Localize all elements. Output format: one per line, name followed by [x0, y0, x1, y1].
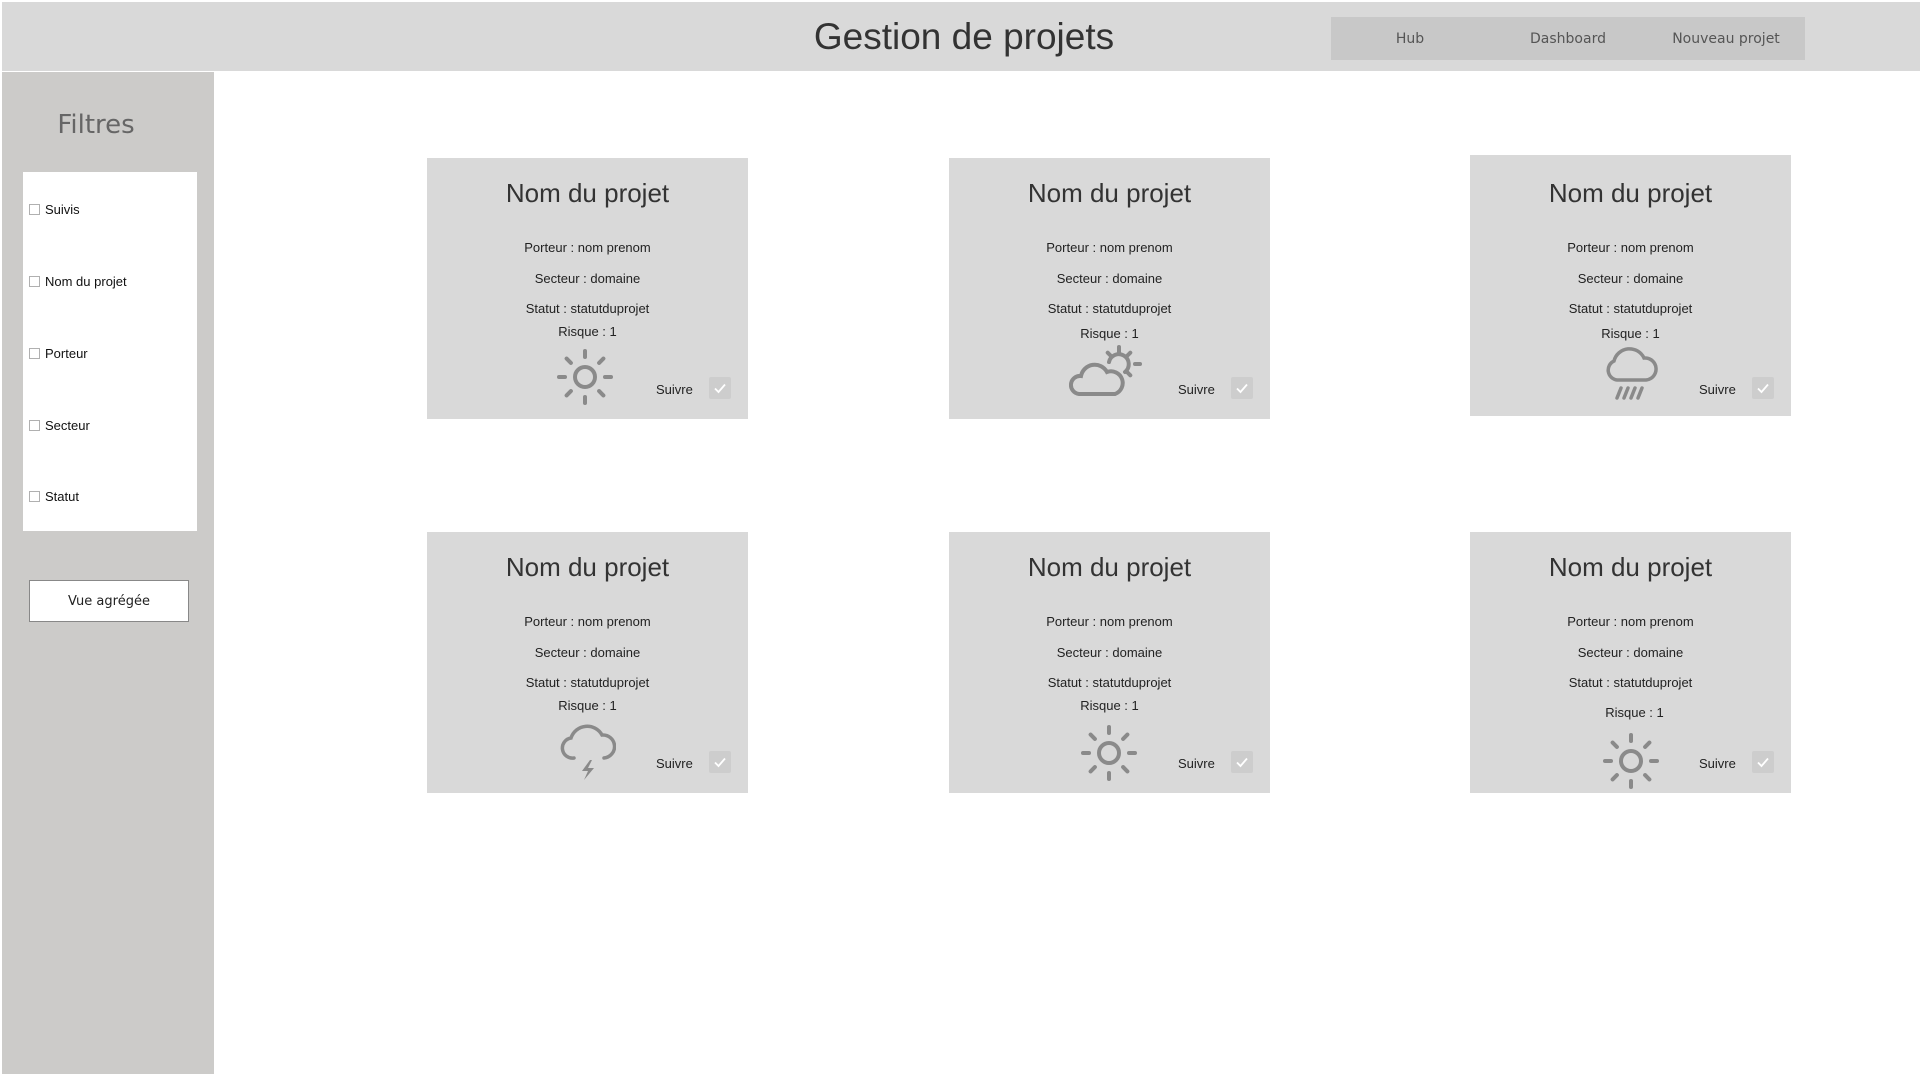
follow-checkbox[interactable] — [709, 751, 731, 773]
sidebar: Filtres Suivis Nom du projet Porteur Sec… — [2, 72, 214, 1074]
checkmark-icon — [1757, 383, 1769, 394]
follow-checkbox[interactable] — [1752, 377, 1774, 399]
checkmark-icon — [714, 757, 726, 768]
project-risque: Risque : 1 — [558, 698, 617, 713]
project-risque: Risque : 1 — [1605, 705, 1664, 720]
project-statut: Statut : statutduprojet — [525, 301, 650, 316]
project-card[interactable]: Nom du projet Porteur : nom prenom Secte… — [427, 158, 748, 419]
filter-checkbox[interactable] — [29, 276, 40, 287]
project-porteur: Porteur : nom prenom — [524, 614, 651, 629]
aggregate-view-button[interactable]: Vue agrégée — [29, 580, 189, 622]
project-name: Nom du projet — [1548, 552, 1713, 582]
project-card[interactable]: Nom du projet Porteur : nom prenom Secte… — [427, 532, 748, 793]
project-statut: Statut : statutduprojet — [1568, 675, 1693, 690]
filter-checkbox[interactable] — [29, 204, 40, 215]
nav-hub[interactable]: Hub — [1331, 31, 1489, 47]
follow-label: Suivre — [656, 382, 693, 397]
follow-label: Suivre — [1699, 382, 1736, 397]
filter-secteur[interactable]: Secteur — [29, 418, 90, 433]
project-secteur: Secteur : domaine — [1056, 645, 1163, 660]
top-nav: Hub Dashboard Nouveau projet — [1331, 17, 1805, 60]
project-statut: Statut : statutduprojet — [525, 675, 650, 690]
filter-label: Secteur — [45, 418, 90, 433]
follow-label: Suivre — [1178, 756, 1215, 771]
filter-suivis[interactable]: Suivis — [29, 202, 80, 217]
partly-cloudy-icon — [1069, 345, 1142, 396]
project-name: Nom du projet — [1027, 178, 1192, 208]
project-porteur: Porteur : nom prenom — [1046, 614, 1173, 629]
follow-label: Suivre — [656, 756, 693, 771]
project-risque: Risque : 1 — [1601, 326, 1660, 341]
sun-icon — [1603, 733, 1659, 789]
filter-checkbox[interactable] — [29, 348, 40, 359]
filter-label: Suivis — [45, 202, 80, 217]
project-statut: Statut : statutduprojet — [1568, 301, 1693, 316]
project-porteur: Porteur : nom prenom — [1046, 240, 1173, 255]
project-secteur: Secteur : domaine — [1577, 645, 1684, 660]
follow-label: Suivre — [1699, 756, 1736, 771]
project-risque: Risque : 1 — [1080, 698, 1139, 713]
project-statut: Statut : statutduprojet — [1047, 675, 1172, 690]
checkmark-icon — [1236, 757, 1248, 768]
project-porteur: Porteur : nom prenom — [1567, 614, 1694, 629]
filter-nom-du-projet[interactable]: Nom du projet — [29, 274, 127, 289]
project-secteur: Secteur : domaine — [534, 645, 641, 660]
thunderstorm-icon — [560, 724, 616, 780]
follow-checkbox[interactable] — [1231, 377, 1253, 399]
project-card[interactable]: Nom du projet Porteur : nom prenom Secte… — [1470, 155, 1791, 416]
follow-label: Suivre — [1178, 382, 1215, 397]
filter-checkbox[interactable] — [29, 420, 40, 431]
filter-statut[interactable]: Statut — [29, 489, 79, 504]
filter-label: Porteur — [45, 346, 88, 361]
top-header: Gestion de projets Hub Dashboard Nouveau… — [2, 2, 1920, 71]
follow-checkbox[interactable] — [1752, 751, 1774, 773]
project-porteur: Porteur : nom prenom — [1567, 240, 1694, 255]
project-name: Nom du projet — [1548, 178, 1713, 208]
nav-dashboard[interactable]: Dashboard — [1489, 31, 1647, 47]
project-name: Nom du projet — [505, 178, 670, 208]
checkmark-icon — [714, 383, 726, 394]
project-name: Nom du projet — [1027, 552, 1192, 582]
nav-new-project[interactable]: Nouveau projet — [1647, 31, 1805, 47]
project-card[interactable]: Nom du projet Porteur : nom prenom Secte… — [949, 532, 1270, 793]
filter-checkbox[interactable] — [29, 491, 40, 502]
rain-icon — [1606, 347, 1658, 400]
filter-label: Statut — [45, 489, 79, 504]
sun-icon — [1081, 725, 1137, 781]
filter-panel: Suivis Nom du projet Porteur Secteur Sta… — [23, 172, 197, 531]
project-risque: Risque : 1 — [1080, 326, 1139, 341]
project-porteur: Porteur : nom prenom — [524, 240, 651, 255]
checkmark-icon — [1236, 383, 1248, 394]
checkmark-icon — [1757, 757, 1769, 768]
project-risque: Risque : 1 — [558, 324, 617, 339]
project-card[interactable]: Nom du projet Porteur : nom prenom Secte… — [1470, 532, 1791, 793]
follow-checkbox[interactable] — [1231, 751, 1253, 773]
project-secteur: Secteur : domaine — [1577, 271, 1684, 286]
project-secteur: Secteur : domaine — [534, 271, 641, 286]
filters-title: Filtres — [57, 110, 135, 140]
project-name: Nom du projet — [505, 552, 670, 582]
follow-checkbox[interactable] — [709, 377, 731, 399]
project-secteur: Secteur : domaine — [1056, 271, 1163, 286]
sun-icon — [557, 349, 613, 405]
project-statut: Statut : statutduprojet — [1047, 301, 1172, 316]
filter-porteur[interactable]: Porteur — [29, 346, 88, 361]
filter-label: Nom du projet — [45, 274, 127, 289]
project-card[interactable]: Nom du projet Porteur : nom prenom Secte… — [949, 158, 1270, 419]
